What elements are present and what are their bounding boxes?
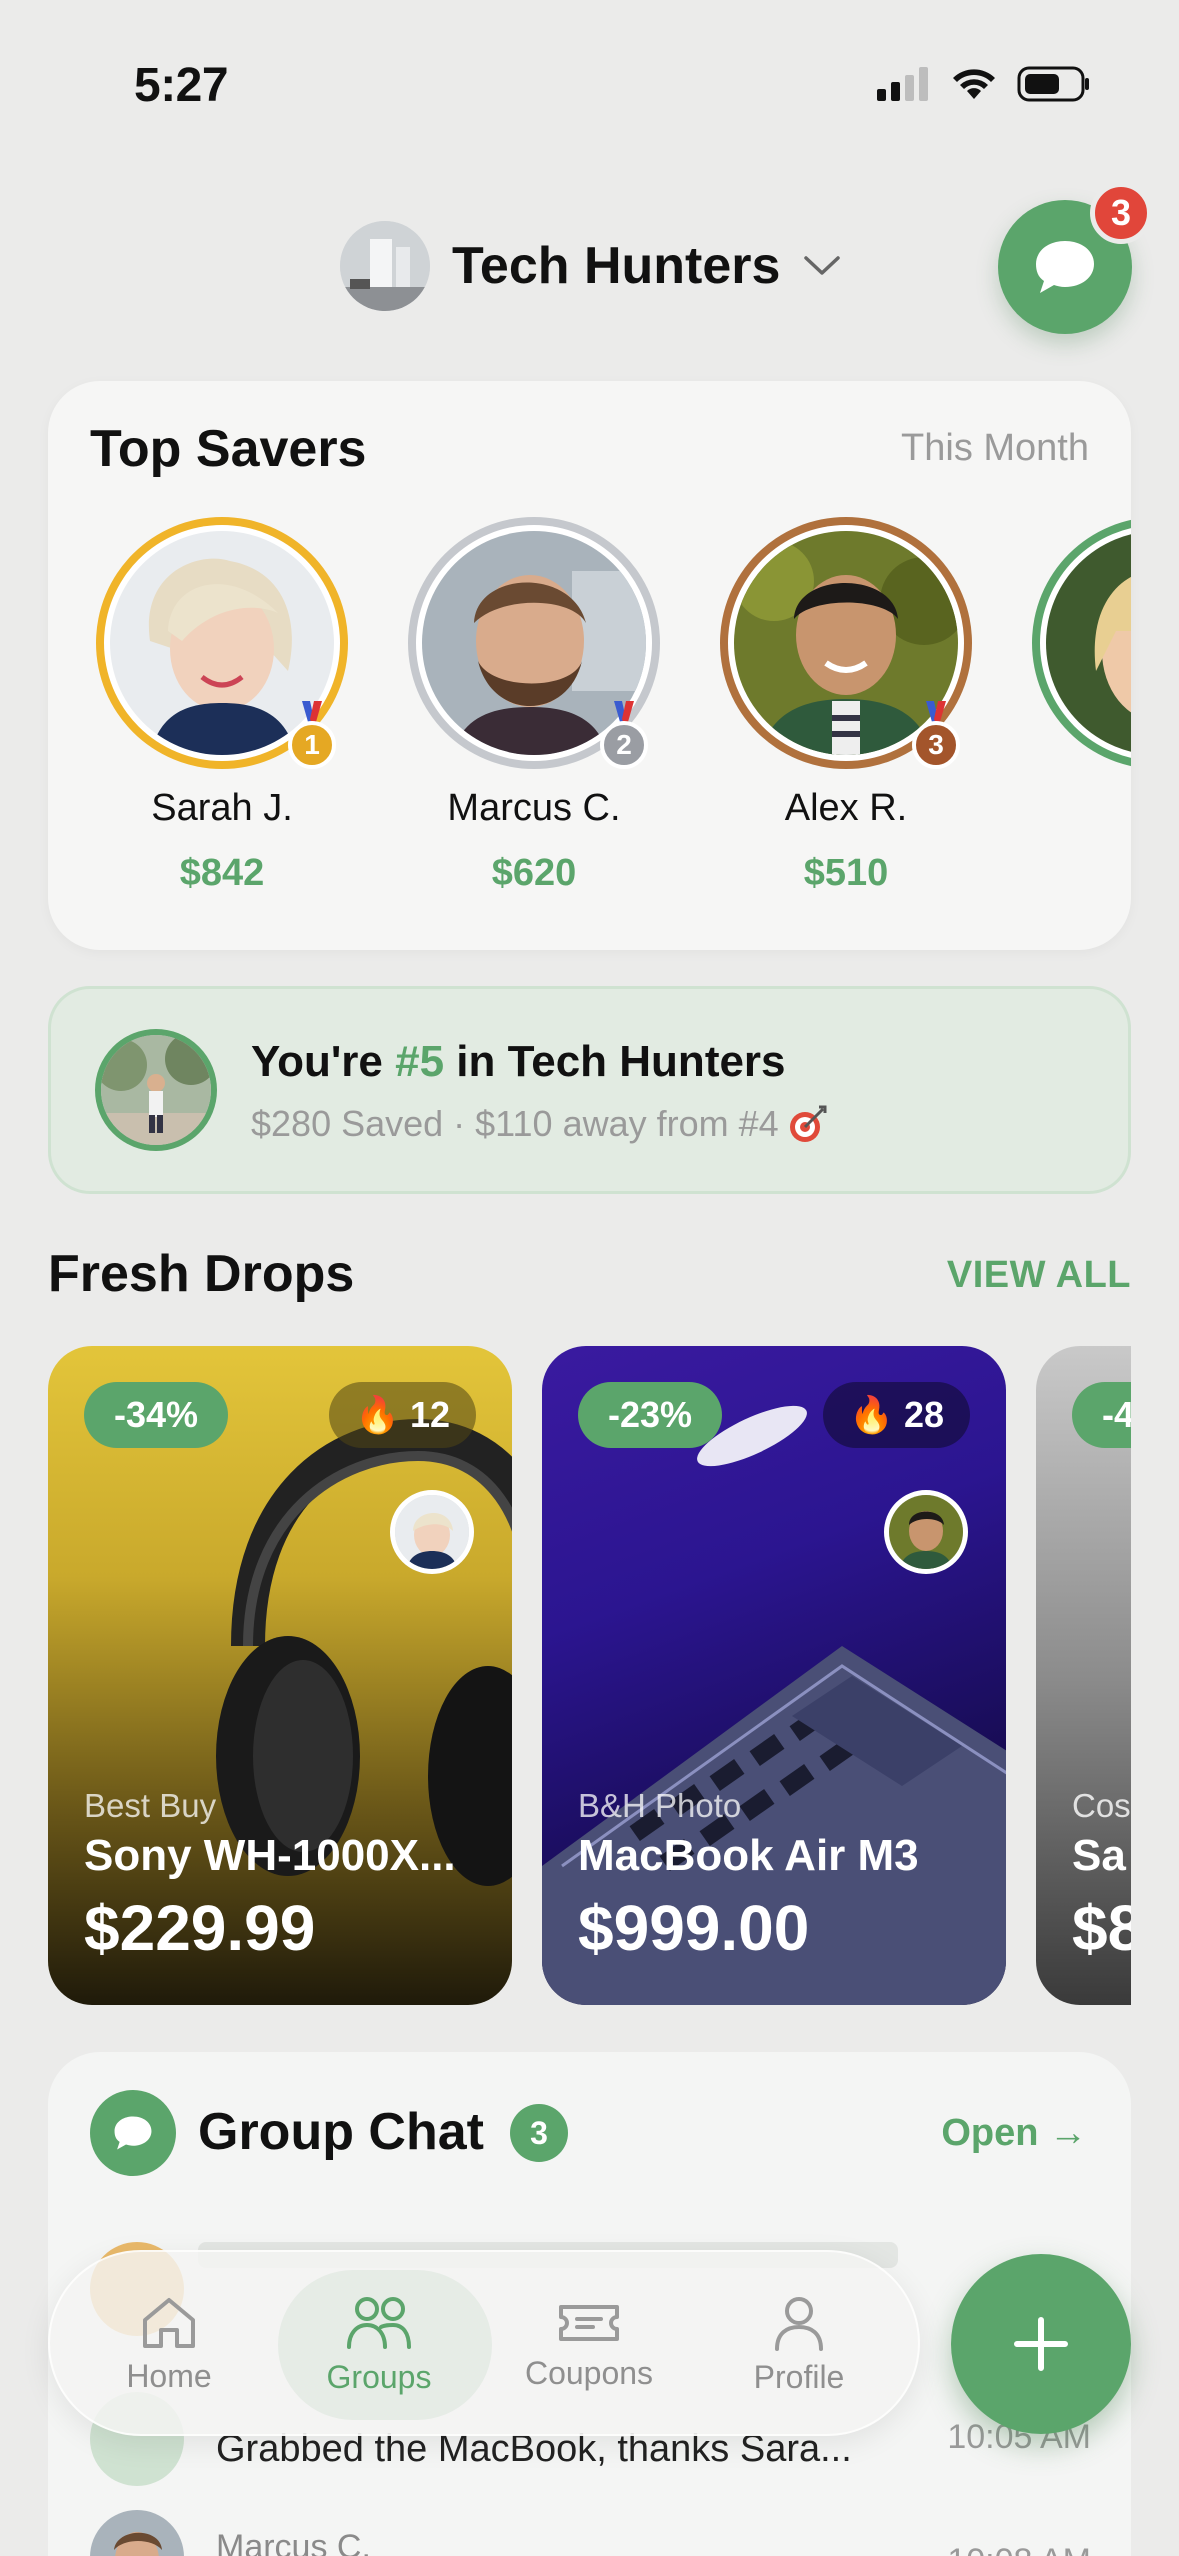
hot-count: 🔥 28	[823, 1382, 970, 1448]
store-name: Best Buy	[84, 1787, 217, 1824]
rank-headline: You're #5 in Tech Hunters	[251, 1037, 786, 1087]
discount-badge: -4	[1072, 1382, 1131, 1448]
signal-icon	[877, 67, 928, 101]
top-savers-card: Top Savers This Month 1 Sarah J. $842 2 …	[48, 381, 1131, 950]
saver-amount: $510	[803, 852, 889, 894]
groups-icon	[347, 2296, 411, 2349]
saver-item[interactable]: 3 Alex R. $510	[716, 517, 976, 895]
fire-icon: 🔥	[355, 1394, 400, 1435]
rank-prefix: You're	[251, 1037, 396, 1086]
nav-groups-label: Groups	[326, 2358, 432, 2395]
avatar	[1046, 531, 1131, 755]
home-icon	[143, 2297, 195, 2348]
saver-amount: $842	[179, 852, 265, 894]
saver-item[interactable]: 1 Sarah J. $842	[92, 517, 352, 895]
avatar-ring: 2	[408, 517, 660, 769]
saver-amount: $620	[491, 852, 577, 894]
saver-name: Alex R.	[784, 787, 908, 829]
profile-icon	[775, 2296, 823, 2351]
wifi-icon	[953, 69, 995, 99]
unread-count: 3	[510, 2104, 568, 2162]
message-avatar	[90, 2510, 184, 2556]
product-price: $229.99	[84, 1892, 316, 1964]
product-name: MacBook Air M3	[578, 1831, 919, 1880]
status-icons	[875, 66, 1091, 102]
poster-avatar[interactable]	[390, 1490, 474, 1574]
saver-item[interactable]: 2 Marcus C. $620	[404, 517, 664, 895]
discount-badge: -23%	[578, 1382, 723, 1448]
nav-profile[interactable]: Profile	[694, 2252, 904, 2438]
store-name: B&H Photo	[578, 1787, 742, 1824]
add-deal-button[interactable]	[951, 2254, 1131, 2434]
avatar-ring: 1	[96, 517, 348, 769]
group-chat-title: Group Chat	[198, 2103, 484, 2161]
status-time: 5:27	[134, 59, 229, 112]
group-avatar	[340, 221, 430, 311]
group-title: Tech Hunters	[452, 237, 781, 295]
saver-name: Marcus C.	[447, 787, 621, 829]
rank-detail: $280 Saved · $110 away from #4	[251, 1103, 829, 1145]
fire-icon: 🔥	[849, 1394, 894, 1435]
avatar-ring	[1032, 517, 1131, 769]
nav-profile-label: Profile	[753, 2358, 845, 2395]
battery-icon	[1017, 66, 1089, 102]
open-chat-link[interactable]: Open →	[941, 2112, 1087, 2155]
deal-card[interactable]: -23% 🔥 28 B&H Photo MacBook Air M3 $999.…	[542, 1346, 1006, 2005]
product-price: $8	[1072, 1892, 1131, 1964]
coupon-icon	[559, 2304, 619, 2341]
group-switcher[interactable]: Tech Hunters	[340, 220, 842, 312]
notification-badge: 3	[1090, 182, 1152, 244]
rank-medal: 2	[600, 721, 648, 769]
saver-item[interactable]: Ti $	[1028, 517, 1131, 895]
period-filter[interactable]: This Month	[901, 427, 1089, 470]
discount-badge: -34%	[84, 1382, 229, 1448]
deal-card[interactable]: -4 Cos Sa $8	[1036, 1346, 1131, 2005]
target-icon	[789, 1105, 827, 1142]
saver-name: Sarah J.	[151, 787, 293, 829]
message-time: 10:08 AM	[947, 2542, 1091, 2556]
nav-groups[interactable]: Groups	[274, 2252, 484, 2438]
hot-count: 🔥 12	[329, 1382, 476, 1448]
nav-home[interactable]: Home	[64, 2252, 274, 2438]
poster-avatar[interactable]	[884, 1490, 968, 1574]
rank-medal: 1	[288, 721, 336, 769]
avatar-ring: 3	[720, 517, 972, 769]
rank-medal: 3	[912, 721, 960, 769]
nav-home-label: Home	[126, 2357, 212, 2394]
store-name: Cos	[1072, 1787, 1131, 1824]
product-name: Sony WH-1000X...	[84, 1831, 456, 1880]
my-rank-banner[interactable]: You're #5 in Tech Hunters $280 Saved · $…	[48, 986, 1131, 1194]
my-avatar	[95, 1029, 217, 1151]
deal-card[interactable]: -34% 🔥 12 Best Buy Sony WH-1000X... $229…	[48, 1346, 512, 2005]
chat-bubble-icon	[1036, 241, 1094, 293]
view-all-link[interactable]: VIEW ALL	[947, 1254, 1131, 1297]
nav-coupons-label: Coupons	[524, 2354, 654, 2391]
chevron-down-icon	[804, 256, 841, 275]
rank-suffix: in Tech Hunters	[444, 1037, 786, 1086]
nav-coupons[interactable]: Coupons	[484, 2252, 694, 2438]
hot-count-value: 12	[409, 1394, 450, 1435]
chat-bubble-icon	[114, 2116, 152, 2150]
message-sender: Marcus C.	[216, 2528, 371, 2556]
plus-icon	[1014, 2317, 1068, 2371]
product-price: $999.00	[578, 1892, 810, 1964]
hot-count-value: 28	[903, 1394, 944, 1435]
group-chat-icon	[90, 2090, 176, 2176]
rank-number: #5	[395, 1037, 445, 1086]
fresh-drops-title: Fresh Drops	[48, 1245, 355, 1303]
bottom-nav: Home Groups Coupons Profile	[48, 2250, 920, 2436]
top-savers-title: Top Savers	[90, 420, 367, 478]
rank-detail-text: $280 Saved · $110 away from #4	[251, 1103, 779, 1144]
product-name: Sa	[1072, 1831, 1126, 1880]
